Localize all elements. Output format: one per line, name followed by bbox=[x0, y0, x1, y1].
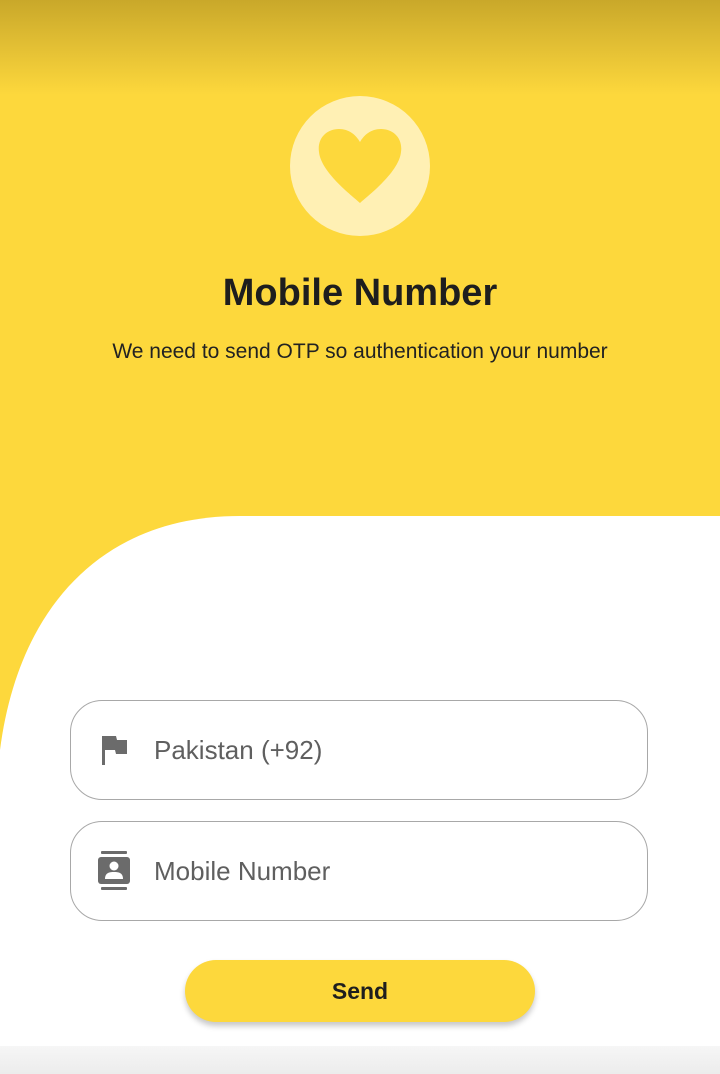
country-selector-value: Pakistan (+92) bbox=[154, 734, 323, 765]
country-selector[interactable]: Pakistan (+92) bbox=[70, 700, 648, 800]
logo-badge bbox=[290, 96, 430, 236]
bottom-system-strip bbox=[0, 1046, 720, 1074]
mobile-number-field[interactable] bbox=[70, 821, 648, 921]
mobile-number-input[interactable] bbox=[154, 855, 594, 887]
mobile-number-screen: Mobile Number We need to send OTP so aut… bbox=[0, 0, 720, 1074]
contact-card-icon bbox=[96, 851, 132, 890]
send-button[interactable]: Send bbox=[185, 960, 535, 1022]
page-subtitle: We need to send OTP so authentication yo… bbox=[112, 340, 608, 363]
flag-icon bbox=[96, 732, 132, 768]
page-title: Mobile Number bbox=[222, 272, 498, 314]
heart-icon bbox=[318, 129, 402, 203]
